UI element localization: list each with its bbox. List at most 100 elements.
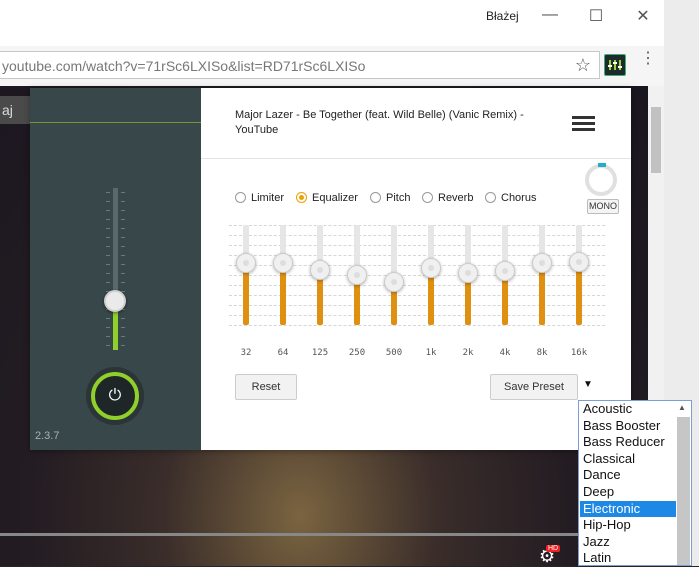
- volume-tick: [121, 273, 125, 274]
- eq-band-label: 16k: [570, 348, 588, 358]
- volume-tick: [106, 318, 110, 319]
- eq-band-label: 500: [385, 348, 403, 358]
- volume-tick: [121, 246, 125, 247]
- tab-label: Chorus: [501, 192, 537, 204]
- preset-dropdown-list[interactable]: ▲ Acoustic Bass Booster Bass Reducer Classi…: [578, 400, 692, 566]
- eq-slider-knob-4k[interactable]: [495, 261, 515, 281]
- preset-option[interactable]: Bass Reducer: [580, 434, 676, 450]
- preset-option[interactable]: Bass Booster: [580, 418, 676, 434]
- hamburger-menu-icon[interactable]: [572, 116, 595, 132]
- volume-tick: [106, 246, 110, 247]
- volume-tick: [106, 273, 110, 274]
- eq-band-label: 125: [311, 348, 329, 358]
- eq-band-label: 250: [348, 348, 366, 358]
- preset-scrollbar-thumb[interactable]: [677, 417, 690, 565]
- bookmark-star-icon[interactable]: ☆: [575, 55, 591, 76]
- tab-label: Pitch: [386, 192, 411, 204]
- eq-slider-knob-500[interactable]: [384, 272, 404, 292]
- volume-tick: [106, 282, 110, 283]
- preset-option[interactable]: Deep: [580, 484, 676, 500]
- eq-slider-knob-8k[interactable]: [532, 253, 552, 273]
- preset-option[interactable]: Acoustic: [580, 401, 676, 417]
- url-text[interactable]: youtube.com/watch?v=71rSc6LXISo&list=RD7…: [2, 58, 365, 74]
- volume-tick: [106, 237, 110, 238]
- volume-tick: [106, 210, 110, 211]
- tab-chorus[interactable]: Chorus: [485, 191, 537, 208]
- eq-slider-knob-64[interactable]: [273, 253, 293, 273]
- equalizer-extension-icon[interactable]: [604, 54, 626, 76]
- volume-tick: [121, 318, 125, 319]
- minimize-button[interactable]: —: [537, 4, 563, 26]
- save-preset-button[interactable]: Save Preset: [490, 374, 578, 400]
- volume-tick: [106, 192, 110, 193]
- equalizer-popup: ⏻ 2.3.7 Major Lazer - Be Together (feat.…: [30, 88, 631, 450]
- profile-name[interactable]: Błażej: [486, 9, 519, 23]
- volume-tick: [106, 255, 110, 256]
- stereo-dial[interactable]: [585, 164, 617, 196]
- eq-band-label: 32: [240, 348, 252, 358]
- scroll-up-arrow-icon[interactable]: ▲: [678, 403, 686, 412]
- version-label: 2.3.7: [35, 430, 60, 442]
- tab-reverb[interactable]: Reverb: [422, 191, 473, 208]
- eq-band-label: 8k: [536, 348, 548, 358]
- address-bar[interactable]: youtube.com/watch?v=71rSc6LXISo&list=RD7…: [0, 51, 600, 79]
- volume-tick: [121, 264, 125, 265]
- title-bar: Błażej — ☐ ✕: [0, 0, 664, 46]
- volume-tick: [106, 327, 110, 328]
- radio-selected-icon: [296, 191, 307, 203]
- eq-band-label: 64: [277, 348, 289, 358]
- preset-option[interactable]: Latin: [580, 550, 676, 565]
- tab-limiter[interactable]: Limiter: [235, 191, 285, 208]
- tab-label: Limiter: [251, 192, 285, 204]
- preset-option[interactable]: Electronic: [580, 500, 676, 517]
- eq-slider-knob-250[interactable]: [347, 265, 367, 285]
- volume-tick: [121, 210, 125, 211]
- browser-menu-icon[interactable]: ⋮: [640, 51, 656, 67]
- eq-slider-knob-32[interactable]: [236, 253, 256, 273]
- volume-tick: [121, 237, 125, 238]
- volume-tick: [121, 255, 125, 256]
- reset-button[interactable]: Reset: [235, 374, 297, 400]
- preset-option[interactable]: Jazz: [580, 534, 676, 550]
- volume-tick: [121, 282, 125, 283]
- radio-icon: [235, 191, 246, 203]
- volume-tick: [121, 336, 125, 337]
- volume-tick: [121, 201, 125, 202]
- page-scrollbar-thumb[interactable]: [651, 107, 661, 173]
- video-progress-bar[interactable]: [0, 533, 648, 536]
- equalizer-sliders: [229, 225, 605, 327]
- preset-option[interactable]: Classical: [580, 451, 676, 467]
- eq-band-label: 4k: [499, 348, 511, 358]
- header-divider: [201, 158, 631, 159]
- preset-option[interactable]: Dance: [580, 467, 676, 483]
- eq-slider-knob-2k[interactable]: [458, 263, 478, 283]
- volume-tick: [106, 201, 110, 202]
- close-button[interactable]: ✕: [630, 6, 656, 28]
- volume-tick: [121, 327, 125, 328]
- volume-tick: [121, 345, 125, 346]
- tab-equalizer[interactable]: Equalizer: [296, 191, 358, 208]
- volume-tick: [106, 336, 110, 337]
- eq-slider-knob-16k[interactable]: [569, 252, 589, 272]
- tab-label: Equalizer: [312, 192, 358, 204]
- eq-slider-knob-1k[interactable]: [421, 258, 441, 278]
- hd-badge: HD: [546, 545, 561, 552]
- radio-icon: [370, 191, 381, 203]
- volume-tick: [121, 219, 125, 220]
- radio-icon: [485, 191, 496, 203]
- preset-dropdown-toggle[interactable]: ▼: [583, 379, 593, 390]
- volume-panel: ⏻ 2.3.7: [30, 88, 201, 450]
- panel-divider: [30, 122, 201, 123]
- power-button[interactable]: ⏻: [91, 372, 139, 420]
- stereo-dial-indicator: [598, 163, 606, 167]
- mono-button[interactable]: MONO: [587, 199, 619, 214]
- volume-tick: [106, 219, 110, 220]
- eq-gridline: [229, 325, 605, 327]
- volume-tick: [106, 264, 110, 265]
- tab-pitch[interactable]: Pitch: [370, 191, 411, 208]
- eq-slider-knob-125[interactable]: [310, 260, 330, 280]
- maximize-button[interactable]: ☐: [583, 6, 609, 28]
- track-title: Major Lazer - Be Together (feat. Wild Be…: [235, 109, 524, 136]
- preset-option[interactable]: Hip-Hop: [580, 517, 676, 533]
- volume-tick: [121, 228, 125, 229]
